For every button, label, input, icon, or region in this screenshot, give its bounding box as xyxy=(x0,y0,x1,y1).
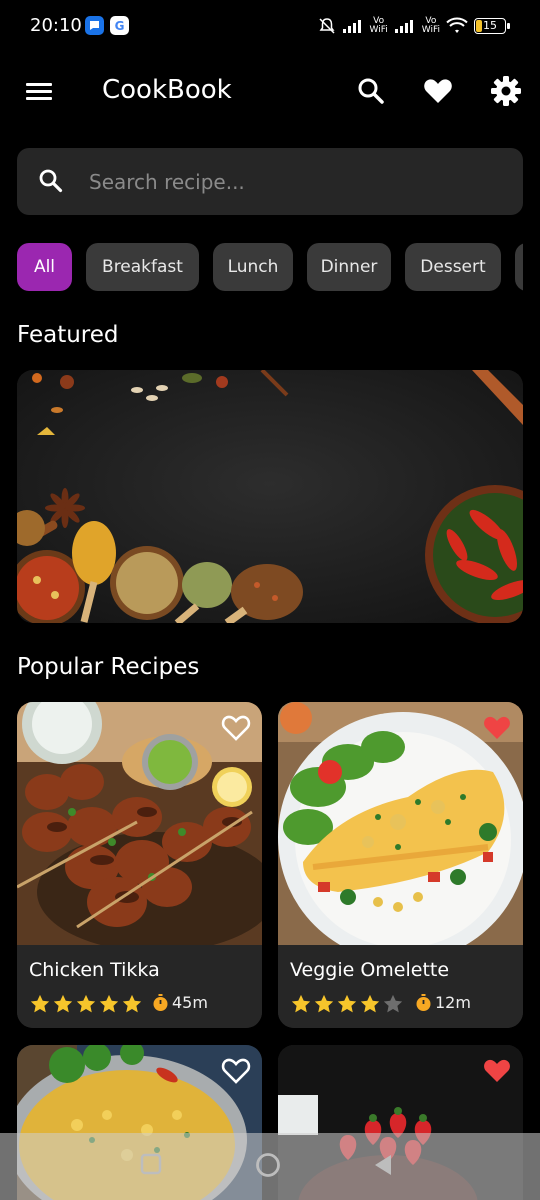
app-title: CookBook xyxy=(102,75,232,105)
cook-time: 45m xyxy=(152,993,208,1012)
rating-stars xyxy=(290,993,404,1015)
chip-dessert[interactable]: Dessert xyxy=(405,243,501,291)
featured-title: Featured xyxy=(17,322,119,348)
signal-icon xyxy=(342,20,361,33)
chip-breakfast[interactable]: Breakfast xyxy=(86,243,199,291)
vowifi-label-2: Vo WiFi xyxy=(421,16,440,35)
star-icon xyxy=(99,994,119,1013)
star-icon xyxy=(291,994,311,1013)
star-icon xyxy=(53,994,73,1013)
muted-bell-icon xyxy=(319,18,335,34)
favorite-heart-icon[interactable] xyxy=(481,1055,513,1085)
battery-indicator: 15 xyxy=(474,18,510,34)
recipe-card[interactable]: Veggie Omelette 12m xyxy=(278,702,523,1028)
star-icon xyxy=(360,994,380,1013)
cook-time-value: 45m xyxy=(172,993,208,1012)
back-icon[interactable] xyxy=(372,1153,394,1181)
star-icon xyxy=(76,994,96,1013)
chip-all[interactable]: All xyxy=(17,243,72,291)
vowifi-label: Vo WiFi xyxy=(369,16,388,35)
battery-level: 15 xyxy=(483,19,497,32)
recipe-name: Chicken Tikka xyxy=(29,959,160,981)
search-bar xyxy=(17,148,523,215)
recents-icon[interactable] xyxy=(140,1153,162,1179)
system-nav-bar xyxy=(0,1133,540,1200)
chip-more[interactable] xyxy=(515,243,523,291)
recipe-card[interactable]: Chicken Tikka 45m xyxy=(17,702,262,1028)
category-chips: All Breakfast Lunch Dinner Dessert xyxy=(17,243,523,291)
recipe-info: Chicken Tikka 45m xyxy=(17,945,262,1028)
status-icons: Vo WiFi Vo WiFi 15 xyxy=(318,14,510,38)
search-input[interactable] xyxy=(89,158,509,205)
recipe-name: Veggie Omelette xyxy=(290,959,450,981)
star-icon xyxy=(337,994,357,1013)
search-field-icon xyxy=(37,167,65,195)
gear-icon[interactable] xyxy=(490,75,522,107)
signal-icon-2 xyxy=(394,20,413,33)
status-bar: 20:10 G Vo WiFi Vo WiFi 15 xyxy=(0,0,540,52)
timer-icon xyxy=(153,994,168,1011)
search-icon[interactable] xyxy=(355,75,387,107)
star-icon xyxy=(30,994,50,1013)
featured-image xyxy=(17,370,523,623)
favorite-heart-icon[interactable] xyxy=(220,1055,252,1085)
heart-icon[interactable] xyxy=(422,75,454,107)
recipe-info: Veggie Omelette 12m xyxy=(278,945,523,1028)
chip-lunch[interactable]: Lunch xyxy=(213,243,293,291)
favorite-heart-icon[interactable] xyxy=(481,712,513,742)
app-bar: CookBook xyxy=(0,60,540,122)
timer-icon xyxy=(416,994,431,1011)
chat-app-icon xyxy=(85,16,104,35)
chip-dinner[interactable]: Dinner xyxy=(307,243,391,291)
google-icon: G xyxy=(110,16,129,35)
star-empty-icon xyxy=(383,994,403,1013)
star-icon xyxy=(314,994,334,1013)
status-time: 20:10 xyxy=(30,15,82,36)
wifi-icon xyxy=(446,17,468,33)
cook-time: 12m xyxy=(415,993,471,1012)
popular-title: Popular Recipes xyxy=(17,654,200,680)
favorite-heart-icon[interactable] xyxy=(220,712,252,742)
menu-icon[interactable] xyxy=(24,77,54,105)
featured-banner[interactable] xyxy=(17,370,523,623)
cook-time-value: 12m xyxy=(435,993,471,1012)
rating-stars xyxy=(29,993,143,1015)
star-icon xyxy=(122,994,142,1013)
home-icon[interactable] xyxy=(255,1152,281,1182)
